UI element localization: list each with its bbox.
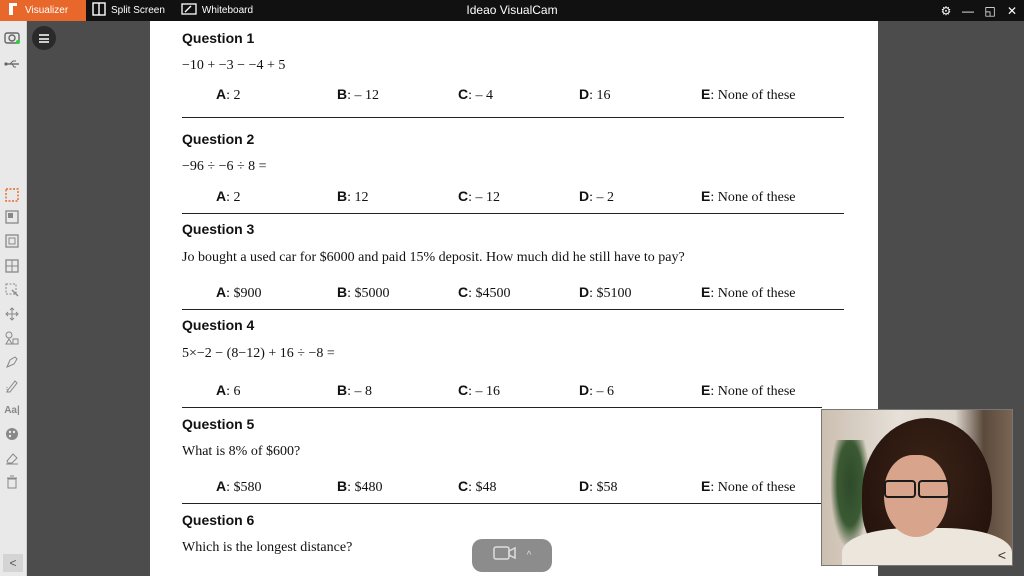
- question-text: Which is the longest distance?: [182, 540, 353, 555]
- option-a: A: 2: [216, 188, 241, 205]
- option-a: A: 2: [216, 86, 241, 103]
- webcam-person-glasses: [878, 480, 952, 498]
- question-text: 5×−2 − (8−12) + 16 ÷ −8 =: [182, 346, 335, 361]
- webcam-preview[interactable]: <: [821, 409, 1013, 566]
- option-e: E: None of these: [701, 86, 796, 103]
- window-controls: ⚙ — ◱ ✕: [940, 0, 1018, 21]
- option-c: C: $4500: [458, 284, 511, 301]
- option-b: B: – 8: [337, 382, 373, 399]
- trash-icon[interactable]: [3, 473, 21, 491]
- question-title: Question 1: [182, 30, 255, 46]
- divider: [182, 213, 844, 214]
- option-c: C: – 4: [458, 86, 494, 103]
- option-b: B: $5000: [337, 284, 390, 301]
- whiteboard-icon: [181, 2, 197, 19]
- question-title: Question 5: [182, 416, 255, 432]
- freeze-icon[interactable]: [3, 208, 21, 226]
- tab-visualizer[interactable]: Visualizer: [0, 0, 86, 21]
- option-c: C: – 16: [458, 382, 501, 399]
- question-title: Question 2: [182, 131, 255, 147]
- option-a: A: 6: [216, 382, 241, 399]
- option-d: D: $5100: [579, 284, 632, 301]
- tab-whiteboard-label: Whiteboard: [201, 5, 254, 16]
- option-e: E: None of these: [701, 478, 796, 495]
- camera-icon[interactable]: [3, 28, 21, 46]
- restore-icon[interactable]: ◱: [984, 4, 996, 18]
- question-text: −96 ÷ −6 ÷ 8 =: [182, 159, 267, 174]
- crop-icon[interactable]: [3, 232, 21, 250]
- option-e: E: None of these: [701, 284, 796, 301]
- option-d: D: $58: [579, 478, 618, 495]
- palette-icon[interactable]: [3, 425, 21, 443]
- question-text: What is 8% of $600?: [182, 444, 301, 459]
- chevron-left-icon: <: [9, 556, 17, 570]
- text-icon[interactable]: Aa|: [3, 401, 21, 419]
- chevron-up-icon: ^: [526, 550, 532, 561]
- divider: [182, 407, 822, 408]
- tab-whiteboard[interactable]: Whiteboard: [175, 0, 263, 21]
- pointer-icon[interactable]: [3, 281, 21, 299]
- move-icon[interactable]: [3, 305, 21, 323]
- tab-visualizer-label: Visualizer: [25, 5, 69, 16]
- shapes-icon[interactable]: [3, 329, 21, 347]
- option-e: E: None of these: [701, 382, 796, 399]
- settings-gear-icon[interactable]: ⚙: [940, 4, 952, 18]
- tab-split-screen-label: Split Screen: [111, 5, 165, 16]
- option-a: A: $580: [216, 478, 262, 495]
- option-d: D: – 2: [579, 188, 615, 205]
- option-e: E: None of these: [701, 188, 796, 205]
- eraser-icon[interactable]: [3, 449, 21, 467]
- question-text: −10 + −3 − −4 + 5: [182, 58, 286, 73]
- minimize-icon[interactable]: —: [962, 4, 974, 18]
- option-b: B: $480: [337, 478, 383, 495]
- select-rect-icon[interactable]: [3, 186, 21, 204]
- list-menu-icon: [39, 33, 49, 43]
- tab-split-screen[interactable]: Split Screen: [86, 0, 175, 21]
- title-bar: Visualizer Split Screen Whiteboard Ideao…: [0, 0, 1024, 21]
- option-a: A: $900: [216, 284, 262, 301]
- visualizer-logo-icon: [6, 1, 20, 20]
- chevron-left-icon[interactable]: <: [998, 547, 1006, 563]
- option-c: C: $48: [458, 478, 497, 495]
- split-screen-icon: [92, 2, 106, 19]
- option-b: B: 12: [337, 188, 369, 205]
- grid-icon[interactable]: [3, 257, 21, 275]
- highlighter-icon[interactable]: [3, 353, 21, 371]
- question-title: Question 6: [182, 512, 255, 528]
- video-camera-icon: [492, 545, 517, 566]
- divider: [182, 503, 822, 504]
- question-text: Jo bought a used car for $6000 and paid …: [182, 250, 685, 265]
- left-toolbar: Aa| <: [0, 21, 27, 576]
- question-title: Question 3: [182, 221, 255, 237]
- divider: [182, 117, 844, 118]
- question-title: Question 4: [182, 317, 255, 333]
- close-icon[interactable]: ✕: [1006, 4, 1018, 18]
- option-d: D: – 6: [579, 382, 615, 399]
- camera-control-button[interactable]: ^: [472, 539, 552, 572]
- option-d: D: 16: [579, 86, 611, 103]
- option-b: B: – 12: [337, 86, 380, 103]
- usb-icon[interactable]: [3, 55, 21, 73]
- menu-button[interactable]: [32, 26, 56, 50]
- collapse-toolbar-button[interactable]: <: [3, 554, 23, 572]
- pen-icon[interactable]: [3, 377, 21, 395]
- divider: [182, 309, 844, 310]
- option-c: C: – 12: [458, 188, 501, 205]
